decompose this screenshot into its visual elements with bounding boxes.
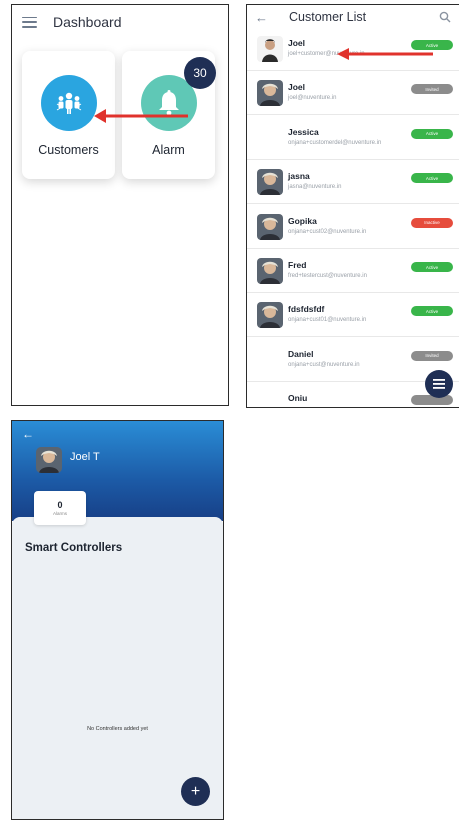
search-icon[interactable]	[439, 11, 451, 23]
avatar	[257, 80, 283, 107]
alarm-tile-label: Alarm	[152, 143, 185, 157]
customer-name: Joel	[288, 82, 306, 93]
customer-email: joel@nuventure.in	[288, 95, 337, 102]
customer-list-screen: ← Customer List Joel joel+customer@nuvent…	[246, 4, 459, 408]
customer-name: jasna	[288, 171, 310, 182]
customer-name: Joel	[288, 38, 306, 48]
status-badge[interactable]: Inactive	[411, 217, 453, 228]
list-item[interactable]: Gopika onjana+cust02@nuventure.in Inactive	[247, 205, 459, 249]
alarm-count: 0	[57, 500, 63, 510]
page-title: Dashboard	[53, 14, 122, 30]
avatar	[257, 258, 283, 284]
status-badge[interactable]: Active	[411, 128, 453, 139]
customer-email: jasna@nuventure.in	[288, 184, 342, 191]
people-icon	[41, 75, 97, 131]
customer-name: Jessica	[288, 126, 319, 137]
customer-email: fred+testercust@nuventure.in	[288, 273, 367, 279]
list-item[interactable]: Fred fred+testercust@nuventure.in Active	[247, 249, 459, 293]
list-item[interactable]: Joel joel@nuventure.in Invited	[247, 71, 459, 116]
customer-name: Oniu	[288, 393, 308, 404]
customer-email: onjana+customerdel@nuventure.in	[288, 139, 382, 146]
customer-email: onjana+cust02@nuventure.in	[288, 228, 367, 235]
status-badge[interactable]: Invited	[411, 350, 453, 361]
alarm-count-badge: 30	[184, 57, 216, 89]
back-arrow-icon[interactable]: ←	[22, 427, 34, 441]
customer-name: Fred	[288, 260, 307, 270]
menu-fab-button[interactable]	[425, 370, 453, 398]
customer-name: Gopika	[288, 215, 317, 226]
customer-detail-screen: ← Joel T 0 Alarms Smart Controllers No C…	[11, 420, 224, 820]
customer-list-header: ← Customer List	[247, 5, 459, 29]
avatar	[36, 447, 62, 473]
list-item[interactable]: Jessica onjana+customerdel@nuventure.in Ac…	[247, 116, 459, 160]
customer-email: onjana+cust01@nuventure.in	[288, 317, 367, 324]
back-arrow-icon[interactable]: ←	[255, 10, 273, 25]
avatar	[257, 36, 283, 62]
menu-icon	[433, 379, 445, 389]
menu-icon[interactable]	[22, 16, 37, 28]
status-badge[interactable]: Active	[411, 306, 453, 317]
dashboard-screen: Dashboard Customers Alarm 30	[11, 4, 229, 406]
list-item[interactable]: jasna jasna@nuventure.in Active	[247, 160, 459, 205]
annotation-arrow	[94, 109, 188, 123]
detail-body: Smart Controllers No Controllers added y…	[12, 517, 223, 819]
add-controller-button[interactable]: +	[181, 777, 210, 806]
empty-state-message: No Controllers added yet	[87, 726, 148, 732]
alarm-label: Alarms	[52, 511, 67, 516]
status-badge[interactable]: Active	[411, 173, 453, 184]
annotation-arrow	[337, 48, 433, 60]
customer-name: fdsfdsfdf	[288, 304, 325, 315]
section-title: Smart Controllers	[25, 542, 123, 554]
page-title: Customer List	[289, 10, 367, 24]
customers-tile-label: Customers	[38, 143, 99, 157]
status-badge[interactable]	[411, 395, 453, 406]
avatar	[257, 302, 283, 329]
customer-email: onjana+cust@nuventure.in	[288, 361, 360, 368]
status-badge[interactable]: Active	[411, 262, 453, 272]
list-item[interactable]: fdsfdsfdf onjana+cust01@nuventure.in Activ…	[247, 293, 459, 338]
status-badge[interactable]: Invited	[411, 84, 453, 95]
avatar	[257, 169, 283, 196]
customer-name: Daniel	[288, 348, 314, 359]
customer-name: Joel T	[70, 451, 100, 463]
avatar	[257, 213, 283, 240]
dashboard-header: Dashboard	[12, 5, 228, 39]
alarms-card[interactable]: 0 Alarms	[34, 491, 86, 525]
